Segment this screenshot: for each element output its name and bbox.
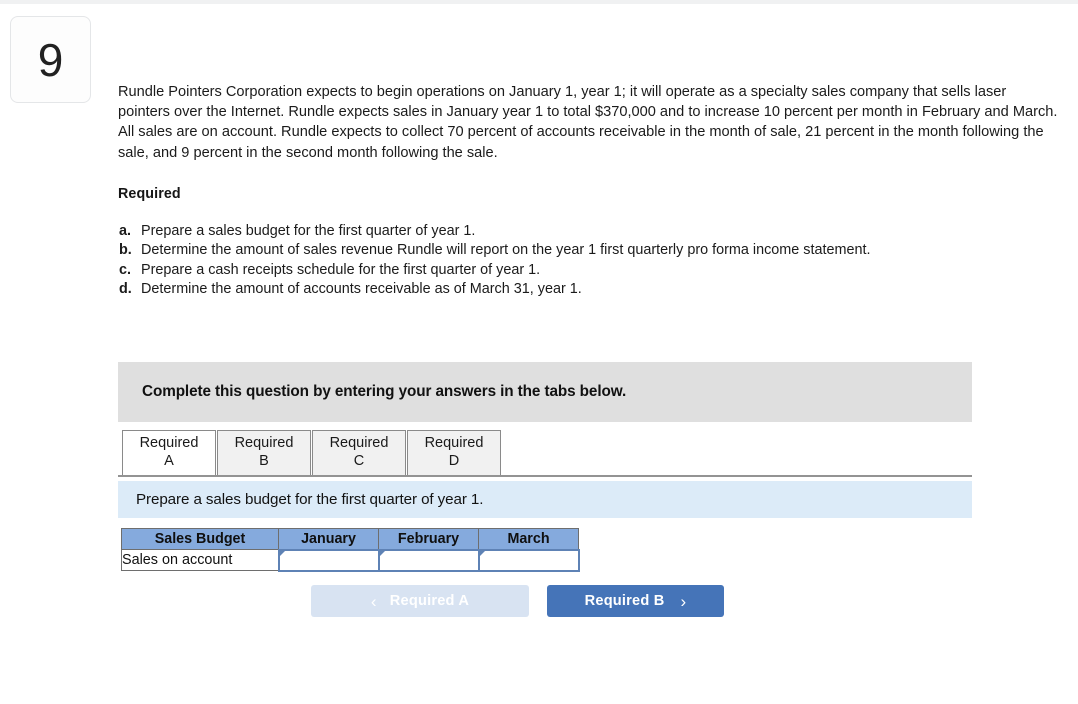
- cell-corner-marker-icon: [379, 550, 385, 556]
- requirement-letter: b.: [119, 242, 132, 259]
- question-prompt: Rundle Pointers Corporation expects to b…: [118, 84, 1058, 161]
- requirement-tabs: Required A Required B Required C Require…: [122, 430, 502, 475]
- next-required-b-button[interactable]: Required B ›: [547, 585, 724, 617]
- tab-label-line1: Required: [424, 435, 484, 451]
- tab-label-line1: Required: [139, 435, 199, 451]
- prev-required-a-button[interactable]: ‹ Required A: [311, 585, 529, 617]
- table-header-row: Sales Budget January February March: [121, 528, 579, 550]
- tab-required-d[interactable]: Required D: [407, 430, 501, 475]
- prev-button-label: Required A: [389, 593, 470, 609]
- input-sales-march[interactable]: [477, 548, 580, 572]
- question-number: 9: [37, 33, 64, 86]
- tab-required-b[interactable]: Required B: [217, 430, 311, 475]
- input-sales-january[interactable]: [277, 548, 380, 572]
- input-sales-february[interactable]: [377, 548, 480, 572]
- question-content: Rundle Pointers Corporation expects to b…: [118, 82, 1063, 299]
- complete-question-banner: Complete this question by entering your …: [118, 362, 972, 422]
- next-button-label: Required B: [584, 593, 665, 609]
- requirement-letter: c.: [119, 261, 132, 278]
- requirement-text: Prepare a sales budget for the first qua…: [141, 222, 476, 239]
- chevron-left-icon: ‹: [370, 591, 377, 611]
- list-item: c. Prepare a cash receipts schedule for …: [118, 261, 1063, 280]
- column-header-march: March: [478, 528, 579, 550]
- tab-label-line2: C: [353, 452, 365, 469]
- list-item: b. Determine the amount of sales revenue…: [118, 241, 1063, 260]
- tab-label-line2: D: [448, 452, 460, 469]
- top-strip: [0, 0, 1078, 4]
- list-item: a. Prepare a sales budget for the first …: [118, 222, 1063, 241]
- requirement-letter: a.: [119, 222, 132, 239]
- tab-label-line2: B: [259, 452, 269, 469]
- chevron-right-icon: ›: [680, 591, 687, 611]
- instruction-text: Prepare a sales budget for the first qua…: [136, 491, 484, 508]
- tab-strip-divider: [118, 475, 972, 477]
- required-heading: Required: [118, 185, 181, 202]
- tab-label-line1: Required: [234, 435, 294, 451]
- tab-label-line1: Required: [329, 435, 389, 451]
- requirement-letter: d.: [119, 281, 132, 298]
- requirement-text: Determine the amount of sales revenue Ru…: [141, 242, 871, 259]
- column-header-sales-budget: Sales Budget: [121, 528, 279, 550]
- tab-required-a[interactable]: Required A: [122, 430, 216, 475]
- tab-required-c[interactable]: Required C: [312, 430, 406, 475]
- sales-budget-table: Sales Budget January February March Sale…: [121, 528, 580, 572]
- row-label-sales-on-account: Sales on account: [121, 549, 279, 571]
- question-number-box: 9: [10, 16, 91, 103]
- requirement-text: Determine the amount of accounts receiva…: [141, 281, 582, 298]
- requirements-list: a. Prepare a sales budget for the first …: [118, 222, 1063, 300]
- column-header-january: January: [278, 528, 379, 550]
- table-row: Sales on account: [121, 548, 580, 572]
- instruction-bar: Prepare a sales budget for the first qua…: [118, 481, 972, 518]
- list-item: d. Determine the amount of accounts rece…: [118, 280, 1063, 299]
- cell-corner-marker-icon: [479, 550, 485, 556]
- tab-label-line2: A: [164, 452, 174, 469]
- column-header-february: February: [378, 528, 479, 550]
- navigation-buttons: ‹ Required A Required B ›: [311, 585, 724, 617]
- banner-text: Complete this question by entering your …: [142, 383, 627, 400]
- cell-corner-marker-icon: [279, 550, 285, 556]
- requirement-text: Prepare a cash receipts schedule for the…: [141, 261, 541, 278]
